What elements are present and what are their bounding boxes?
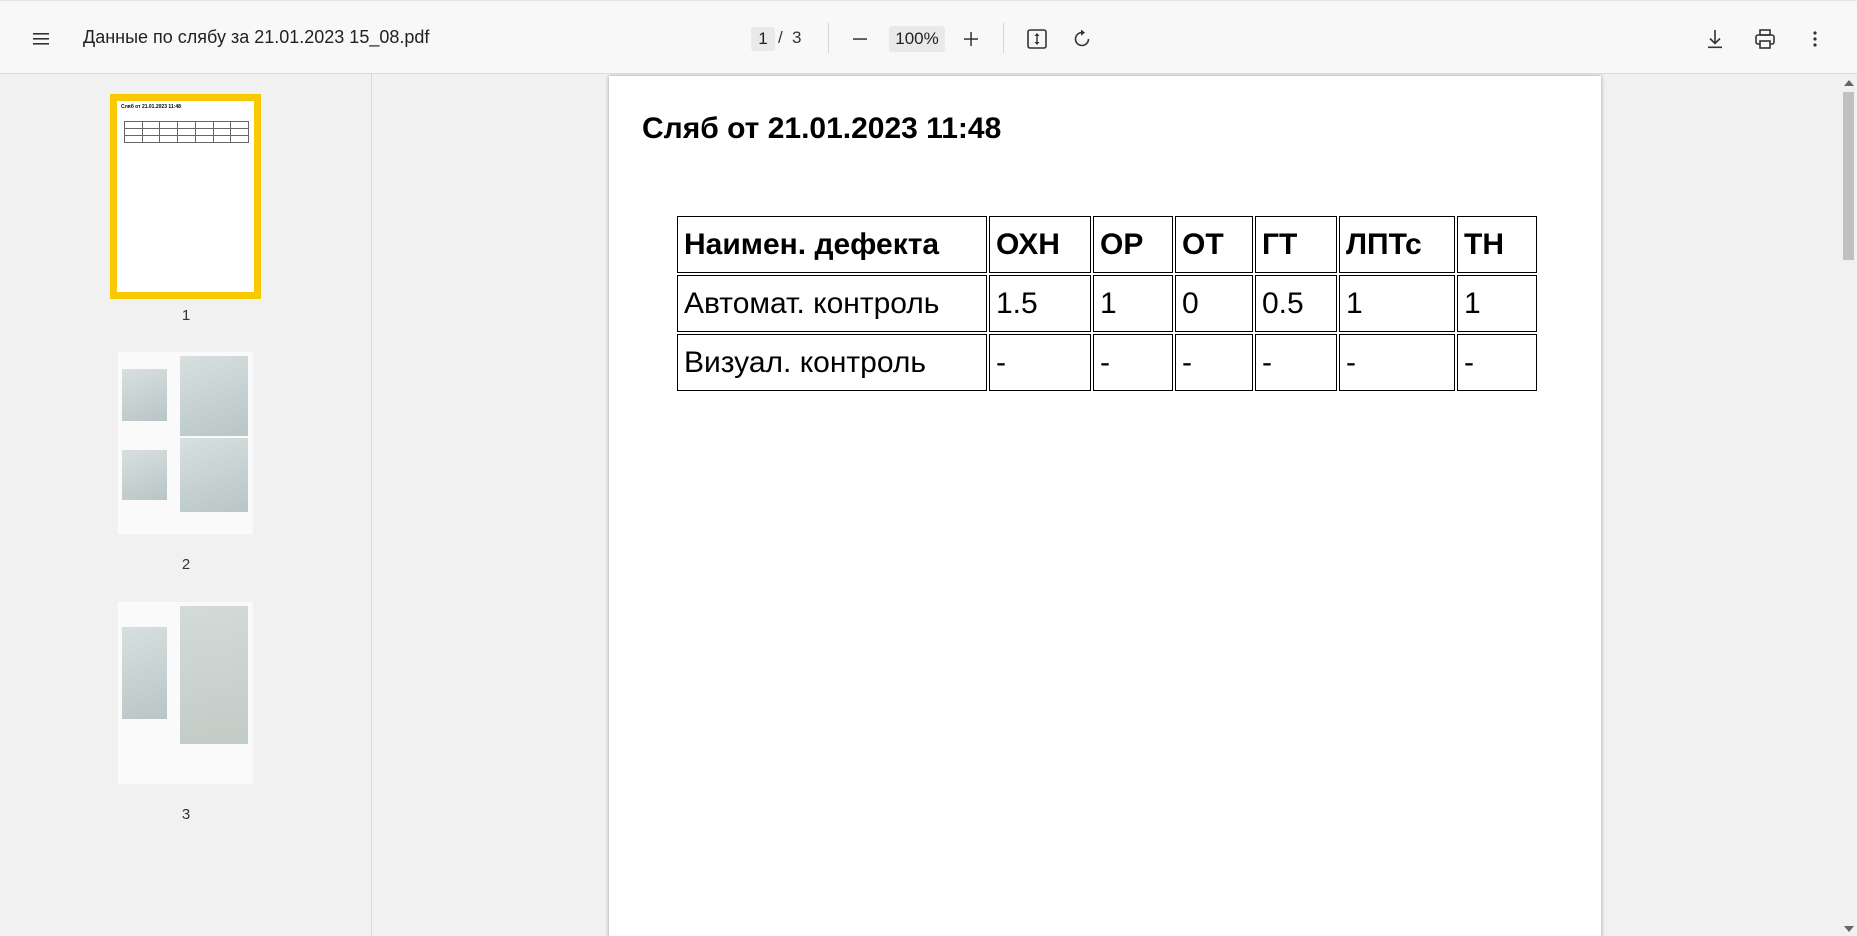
print-icon (1755, 29, 1775, 49)
fit-page-icon (1027, 29, 1047, 49)
table-cell: 1 (1457, 275, 1537, 332)
menu-icon (33, 33, 49, 45)
pdf-toolbar: Данные по слябу за 21.01.2023 15_08.pdf … (0, 0, 1857, 74)
zoom-in-button[interactable] (953, 23, 989, 55)
thumbnail-label: 3 (181, 806, 191, 823)
table-header-cell: ОХН (989, 216, 1091, 273)
table-header-cell: ЛПТс (1339, 216, 1455, 273)
table-header-cell: ОТ (1175, 216, 1253, 273)
defect-table: Наимен. дефекта ОХН ОР ОТ ГТ ЛПТс ТН Авт… (675, 214, 1539, 393)
print-button[interactable] (1747, 21, 1783, 57)
table-header-cell: Наимен. дефекта (677, 216, 987, 273)
table-cell: - (1255, 334, 1337, 391)
table-cell: - (1093, 334, 1173, 391)
current-page-input[interactable]: 1 (751, 27, 775, 51)
table-cell: 1.5 (989, 275, 1091, 332)
rotate-button[interactable] (1064, 21, 1100, 57)
table-cell: - (1457, 334, 1537, 391)
page-separator: / (778, 28, 783, 47)
table-cell: 1 (1093, 275, 1173, 332)
page-thumbnail-3[interactable] (118, 602, 253, 784)
table-cell: 0 (1175, 275, 1253, 332)
table-cell: Автомат. контроль (677, 275, 987, 332)
table-header-cell: ОР (1093, 216, 1173, 273)
thumbnail-label: 2 (181, 556, 191, 573)
thumbnail-photo (122, 450, 167, 500)
total-pages: 3 (792, 28, 802, 47)
page-thumbnail-2[interactable] (118, 352, 253, 534)
more-vert-icon (1813, 31, 1817, 47)
zoom-level-input[interactable]: 100% (889, 26, 945, 52)
table-cell: 1 (1339, 275, 1455, 332)
table-cell: 0.5 (1255, 275, 1337, 332)
thumbnail-sidebar: Сляб от 21.01.2023 11:48 1 2 3 (0, 74, 372, 936)
pdf-page: Сляб от 21.01.2023 11:48 Наимен. дефекта… (609, 76, 1601, 936)
table-row: Автомат. контроль 1.5 1 0 0.5 1 1 (677, 275, 1537, 332)
table-header-cell: ТН (1457, 216, 1537, 273)
document-viewer[interactable]: Сляб от 21.01.2023 11:48 Наимен. дефекта… (373, 74, 1840, 936)
table-row: Визуал. контроль - - - - - - (677, 334, 1537, 391)
table-cell: - (989, 334, 1091, 391)
zoom-out-icon (853, 38, 867, 40)
page-heading: Сляб от 21.01.2023 11:48 (642, 112, 1002, 145)
rotate-icon (1074, 29, 1090, 47)
vertical-scrollbar[interactable] (1840, 74, 1857, 936)
thumbnail-heading: Сляб от 21.01.2023 11:48 (121, 104, 181, 110)
thumbnail-photo (122, 627, 167, 719)
table-cell: Визуал. контроль (677, 334, 987, 391)
download-icon (1708, 30, 1722, 49)
table-header-row: Наимен. дефекта ОХН ОР ОТ ГТ ЛПТс ТН (677, 216, 1537, 273)
menu-button[interactable] (22, 21, 60, 57)
table-header-cell: ГТ (1255, 216, 1337, 273)
thumbnail-photo (180, 356, 248, 436)
fit-to-page-button[interactable] (1019, 21, 1055, 57)
table-cell: - (1339, 334, 1455, 391)
scroll-thumb[interactable] (1843, 92, 1854, 260)
zoom-out-button[interactable] (842, 23, 878, 55)
thumbnail-photo (180, 606, 248, 744)
toolbar-divider (1003, 23, 1004, 53)
table-cell: - (1175, 334, 1253, 391)
more-options-button[interactable] (1797, 21, 1833, 57)
thumbnail-photo (180, 438, 248, 512)
download-button[interactable] (1697, 21, 1733, 57)
thumbnail-label: 1 (181, 307, 191, 324)
thumbnail-table (124, 121, 249, 143)
scroll-up-arrow-icon[interactable] (1844, 80, 1854, 86)
file-title: Данные по слябу за 21.01.2023 15_08.pdf (83, 27, 430, 47)
scroll-down-arrow-icon[interactable] (1844, 926, 1854, 932)
page-thumbnail-1[interactable]: Сляб от 21.01.2023 11:48 (110, 94, 261, 299)
thumbnail-photo (122, 369, 167, 421)
zoom-in-icon (964, 32, 978, 46)
toolbar-divider (828, 23, 829, 53)
